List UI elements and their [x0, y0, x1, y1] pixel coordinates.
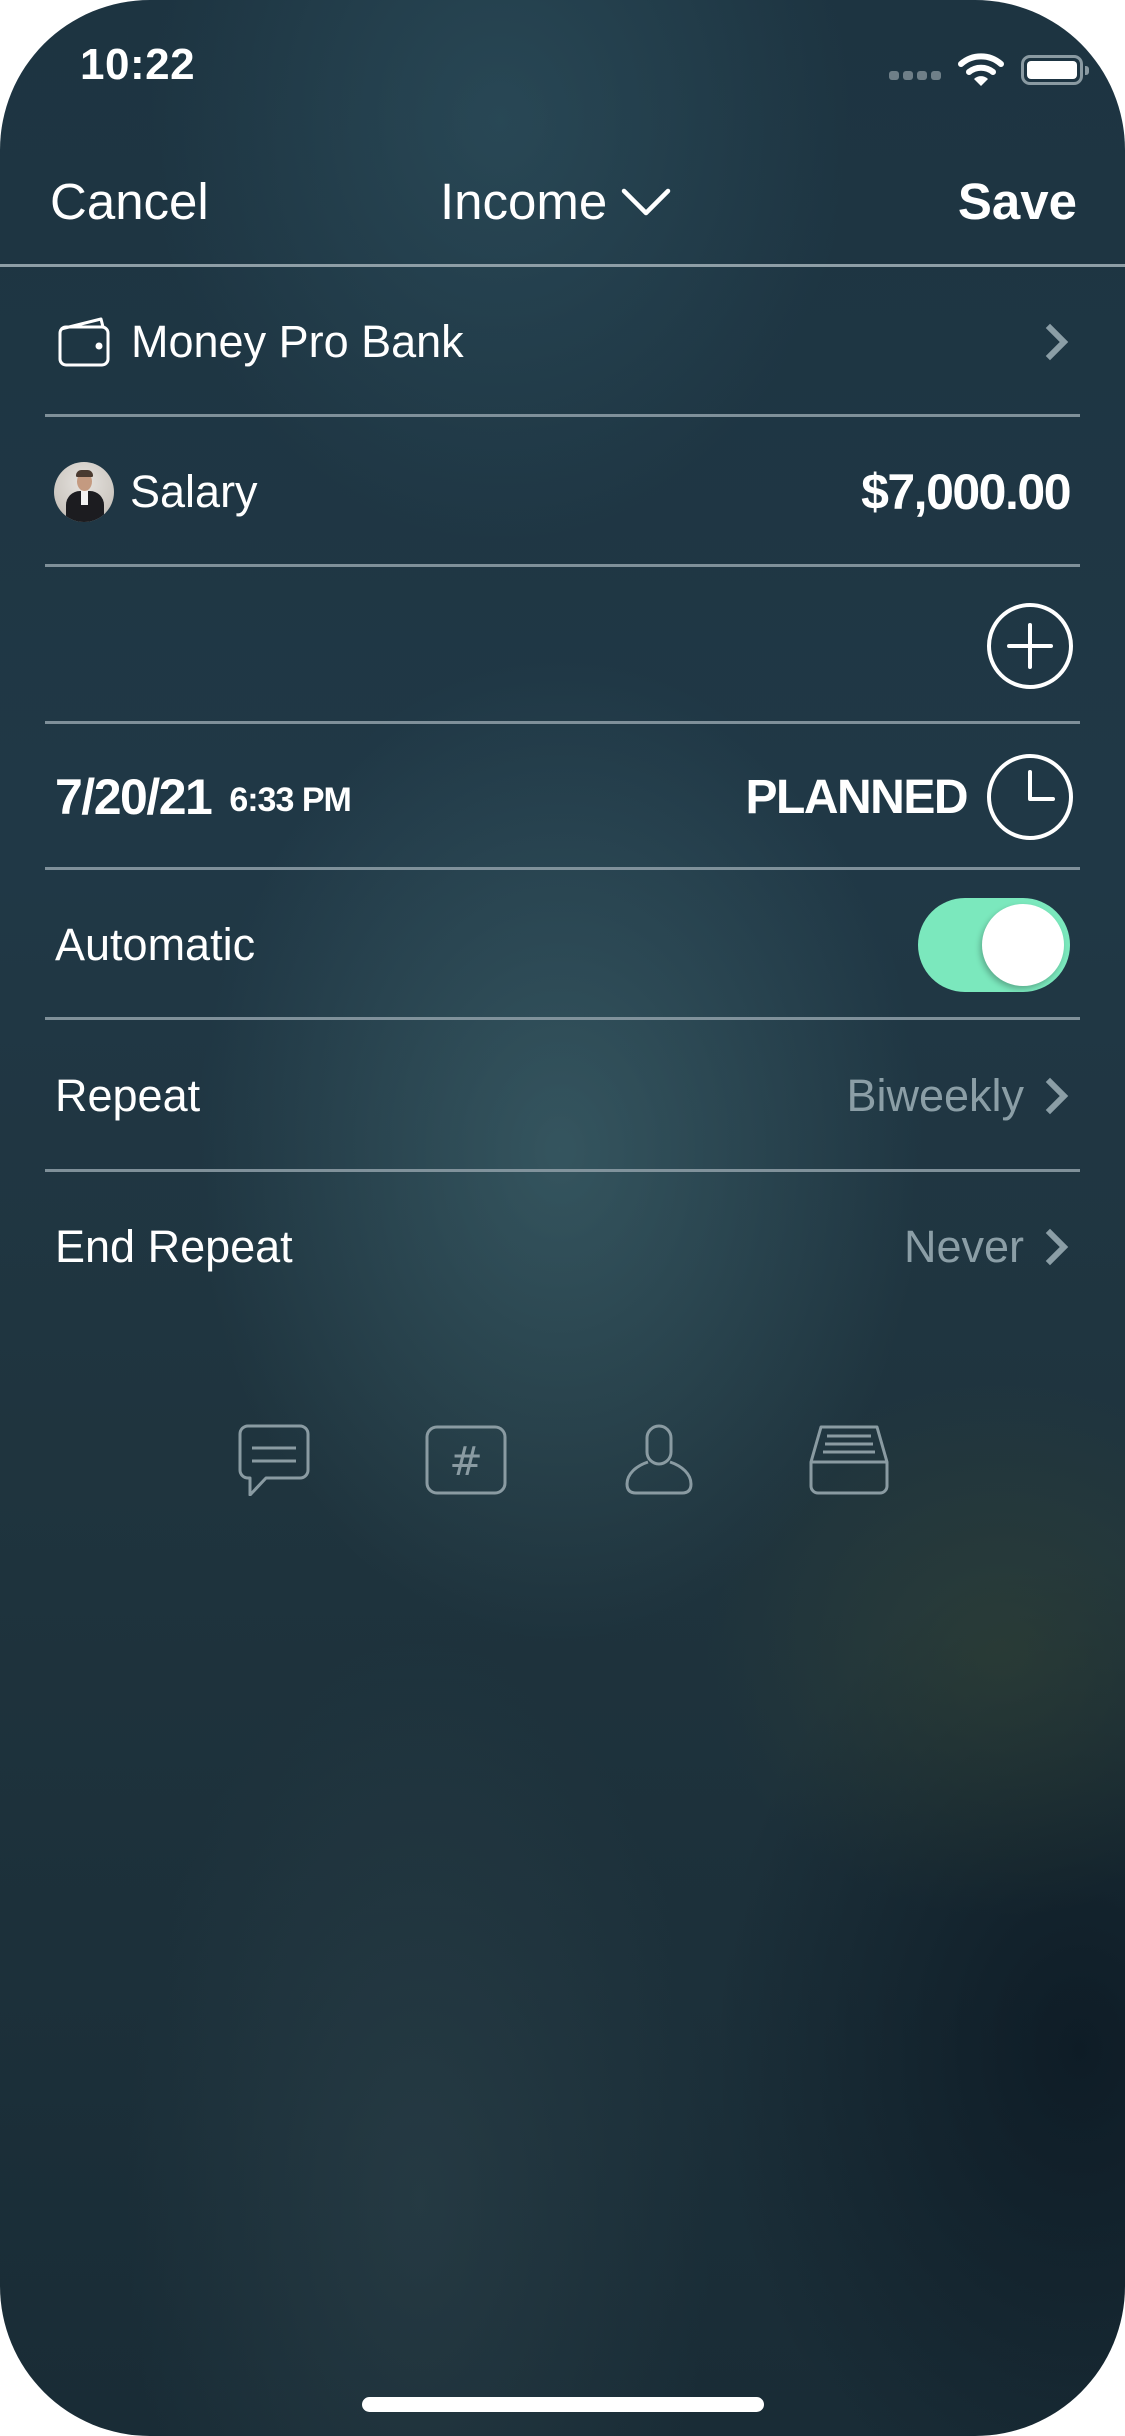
- transaction-type-selector[interactable]: Income: [440, 172, 671, 231]
- time-value[interactable]: 6:33 PM: [229, 781, 351, 820]
- wifi-icon: [958, 53, 1004, 86]
- account-row[interactable]: Money Pro Bank: [45, 267, 1080, 417]
- status-time: 10:22: [80, 40, 196, 89]
- status-badge: PLANNED: [745, 770, 968, 824]
- save-button[interactable]: Save: [958, 172, 1077, 231]
- chevron-right-icon: [1045, 323, 1069, 361]
- cancel-button[interactable]: Cancel: [50, 172, 209, 231]
- clock-icon[interactable]: [985, 752, 1075, 842]
- date-row[interactable]: 7/20/21 6:33 PM PLANNED: [45, 724, 1080, 870]
- category-name: Salary: [130, 466, 258, 517]
- amount-value[interactable]: $7,000.00: [861, 463, 1071, 521]
- avatar: [54, 462, 114, 522]
- person-icon: [625, 1424, 693, 1495]
- repeat-label: Repeat: [55, 1070, 201, 1121]
- automatic-row: Automatic: [45, 870, 1080, 1020]
- note-button[interactable]: [224, 1415, 324, 1505]
- transaction-editor-screen: 10:22 Cancel Income Save Money Pro Bank …: [0, 0, 1125, 2436]
- repeat-value: Biweekly: [846, 1070, 1024, 1121]
- category-row[interactable]: Salary $7,000.00: [45, 417, 1080, 567]
- date-value[interactable]: 7/20/21: [55, 768, 213, 826]
- automatic-label: Automatic: [55, 919, 256, 970]
- plus-circle-icon[interactable]: [985, 601, 1075, 691]
- chevron-down-icon: [622, 188, 671, 215]
- archive-icon: [809, 1425, 889, 1495]
- cellular-signal-icon: [889, 70, 941, 80]
- battery-icon: [1021, 55, 1089, 85]
- toggle-knob: [982, 904, 1064, 986]
- attachment-toolbar: #: [0, 1415, 1125, 1505]
- tag-button[interactable]: #: [416, 1415, 516, 1505]
- repeat-row[interactable]: Repeat Biweekly: [45, 1020, 1080, 1172]
- comment-icon: [238, 1424, 310, 1496]
- chevron-right-icon: [1045, 1077, 1069, 1115]
- status-icons: [889, 50, 1089, 90]
- navigation-bar: Cancel Income Save: [0, 150, 1125, 265]
- hashtag-icon: #: [425, 1425, 507, 1495]
- payee-button[interactable]: [609, 1415, 709, 1505]
- receipt-button[interactable]: [799, 1415, 899, 1505]
- account-name: Money Pro Bank: [131, 316, 464, 367]
- transaction-type-label: Income: [440, 173, 608, 230]
- add-row: [45, 567, 1080, 724]
- chevron-right-icon: [1045, 1228, 1069, 1266]
- wallet-icon: [58, 317, 110, 367]
- end-repeat-label: End Repeat: [55, 1221, 293, 1272]
- home-indicator[interactable]: [362, 2397, 764, 2412]
- svg-text:#: #: [449, 1439, 483, 1485]
- end-repeat-value: Never: [903, 1221, 1024, 1272]
- automatic-toggle[interactable]: [918, 898, 1070, 992]
- end-repeat-row[interactable]: End Repeat Never: [45, 1172, 1080, 1322]
